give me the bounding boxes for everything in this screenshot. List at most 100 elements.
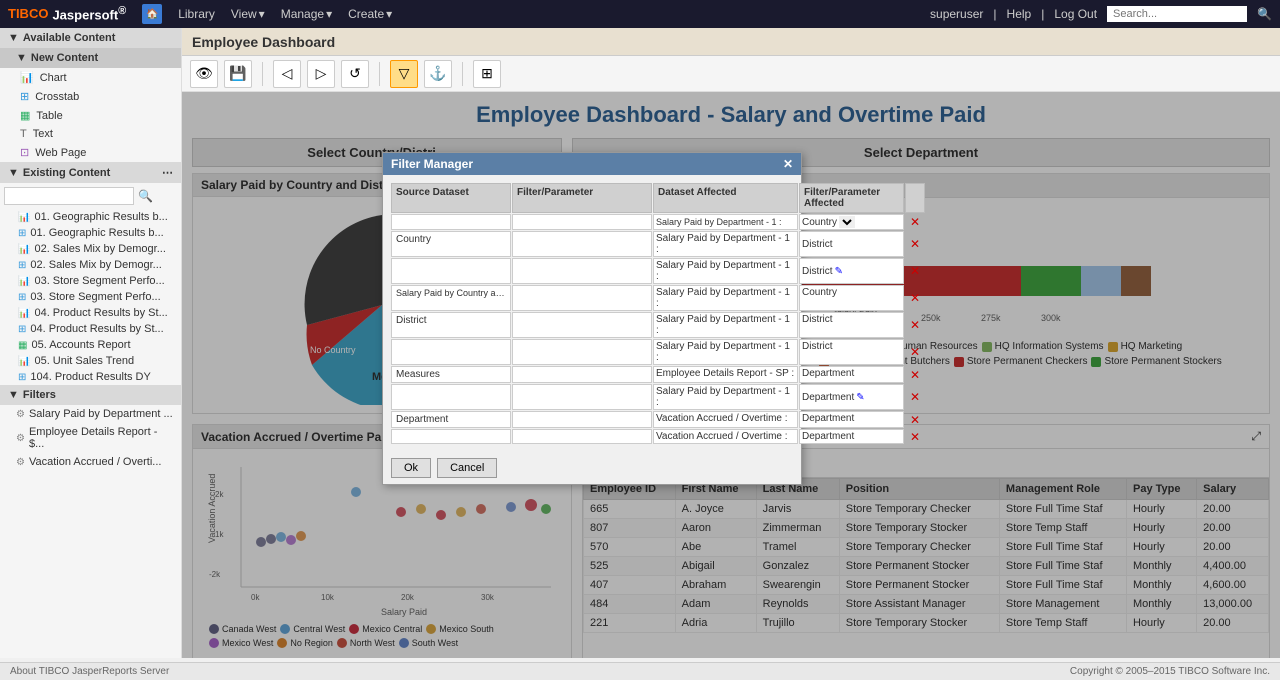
redo-button[interactable]: ▷ [307,60,335,88]
username: superuser [930,7,983,21]
sidebar-item-webpage[interactable]: ⊡ Web Page [0,143,181,162]
nav-view[interactable]: View ▾ [231,7,265,21]
existing-item-7[interactable]: ⊞ 04. Product Results by St... [0,321,181,337]
modal-row-1-source: Country [391,231,511,257]
dashboard-area: Employee Dashboard - Salary and Overtime… [182,92,1280,658]
filter-item-0[interactable]: ⚙ Salary Paid by Department ... [0,405,181,423]
modal-row-9-source [391,429,511,444]
modal-row-0-delete[interactable]: ✕ [905,214,925,230]
modal-row-6-delete[interactable]: ✕ [905,366,925,383]
nav-manage[interactable]: Manage ▾ [281,7,332,21]
existing-item-icon-8: ▦ [18,340,27,351]
existing-search-row: 🔍 [0,183,181,209]
search-icon[interactable]: 🔍 [1257,7,1272,21]
modal-row-5-filter [512,339,652,365]
existing-item-9[interactable]: 📊 05. Unit Sales Trend [0,353,181,369]
modal-row-3-filter [512,285,652,311]
modal-row-4-source: District [391,312,511,338]
modal-row-1-fp: District [799,231,904,257]
modal-row-1-filter [512,231,652,257]
top-nav: TIBCO Jaspersoft® 🏠 Library View ▾ Manag… [0,0,1280,28]
existing-content-label: Existing Content [23,167,110,179]
modal-row-0-fp: Country [799,214,904,230]
existing-item-6[interactable]: 📊 04. Product Results by St... [0,305,181,321]
modal-row-4-filter [512,312,652,338]
existing-chevron: ▼ [8,167,19,179]
chart-icon: 📊 [20,71,34,84]
logout-link[interactable]: Log Out [1054,7,1097,21]
filter-item-1[interactable]: ⚙ Employee Details Report - $... [0,423,181,453]
existing-item-4[interactable]: 📊 03. Store Segment Perfo... [0,273,181,289]
modal-row-8-delete[interactable]: ✕ [905,411,925,428]
existing-item-8[interactable]: ▦ 05. Accounts Report [0,337,181,353]
preview-button[interactable]: 👁 [190,60,218,88]
modal-row-7-edit[interactable]: ✎ [856,392,864,403]
modal-row-1-dataset: Salary Paid by Department - 1 : [653,231,798,257]
modal-row-7-fp: Department✎ [799,384,904,410]
modal-cancel-button[interactable]: Cancel [437,458,497,478]
modal-row-0-select[interactable] [839,216,855,228]
grid-button[interactable]: ⊞ [473,60,501,88]
main-content: Employee Dashboard 👁 💾 ◁ ▷ ↺ ▽ ⚓ ⊞ Emplo… [182,28,1280,658]
status-right: Copyright © 2005–2015 TIBCO Software Inc… [1070,666,1270,677]
modal-row-2-edit[interactable]: ✎ [835,266,843,277]
filter-button[interactable]: ▽ [390,60,418,88]
modal-row-3-delete[interactable]: ✕ [905,285,925,311]
home-button[interactable]: 🏠 [142,4,162,24]
new-content-chevron: ▼ [16,52,27,64]
sidebar-item-crosstab[interactable]: ⊞ Crosstab [0,87,181,106]
modal-row-6-filter [512,366,652,383]
existing-search-input[interactable] [4,187,134,205]
save-button[interactable]: 💾 [224,60,252,88]
help-link[interactable]: Help [1007,7,1032,21]
modal-row-9-dataset: Vacation Accrued / Overtime : [653,429,798,444]
existing-item-2[interactable]: 📊 02. Sales Mix by Demogr... [0,241,181,257]
sidebar-item-table[interactable]: ▦ Table [0,106,181,125]
link-button[interactable]: ⚓ [424,60,452,88]
existing-search-icon[interactable]: 🔍 [138,189,153,203]
modal-row-4-fp: District [799,312,904,338]
existing-item-icon-2: 📊 [18,244,30,255]
modal-close-icon[interactable]: ✕ [783,157,793,171]
modal-row-4-delete[interactable]: ✕ [905,312,925,338]
existing-options-icon[interactable]: ⋯ [162,166,173,179]
existing-item-1[interactable]: ⊞ 01. Geographic Results b... [0,225,181,241]
existing-item-10[interactable]: ⊞ 104. Product Results DY [0,369,181,385]
modal-row-9-delete[interactable]: ✕ [905,429,925,444]
existing-item-3[interactable]: ⊞ 02. Sales Mix by Demogr... [0,257,181,273]
sidebar-item-chart[interactable]: 📊 Chart [0,68,181,87]
filter-item-2[interactable]: ⚙ Vacation Accrued / Overti... [0,453,181,471]
modal-row-7-delete[interactable]: ✕ [905,384,925,410]
nav-separator1: | [993,7,996,21]
existing-item-0[interactable]: 📊 01. Geographic Results b... [0,209,181,225]
nav-create[interactable]: Create ▾ [348,7,392,21]
modal-row-0-dataset: Salary Paid by Department - 1 : [653,214,798,230]
modal-row-5-delete[interactable]: ✕ [905,339,925,365]
available-content-header[interactable]: ▼ Available Content [0,28,181,48]
sidebar-item-text[interactable]: T Text [0,125,181,143]
existing-content-header[interactable]: ▼ Existing Content ⋯ [0,162,181,183]
existing-item-5[interactable]: ⊞ 03. Store Segment Perfo... [0,289,181,305]
modal-row-2-dataset: Salary Paid by Department - 1 : [653,258,798,284]
modal-row-6-source: Measures [391,366,511,383]
main-layout: ▼ Available Content ▼ New Content 📊 Char… [0,28,1280,658]
modal-row-2-filter [512,258,652,284]
modal-row-8-fp: Department [799,411,904,428]
page-title: Employee Dashboard [192,34,335,50]
modal-row-8-source: Department [391,411,511,428]
nav-library[interactable]: Library [178,7,215,21]
modal-row-1-delete[interactable]: ✕ [905,231,925,257]
undo-button[interactable]: ◁ [273,60,301,88]
modal-row-6-fp: Department [799,366,904,383]
search-input[interactable] [1107,6,1247,22]
new-content-header[interactable]: ▼ New Content [0,48,181,68]
status-left: About TIBCO JasperReports Server [10,666,169,677]
modal-ok-button[interactable]: Ok [391,458,431,478]
filters-header[interactable]: ▼ Filters [0,385,181,405]
filter-icon-0: ⚙ [16,409,25,420]
crosstab-icon: ⊞ [20,90,29,103]
logo-jasper: Jaspersoft® [52,5,126,22]
refresh-button[interactable]: ↺ [341,60,369,88]
modal-row-2-delete[interactable]: ✕ [905,258,925,284]
modal-row-3-dataset: Salary Paid by Department - 1 : [653,285,798,311]
